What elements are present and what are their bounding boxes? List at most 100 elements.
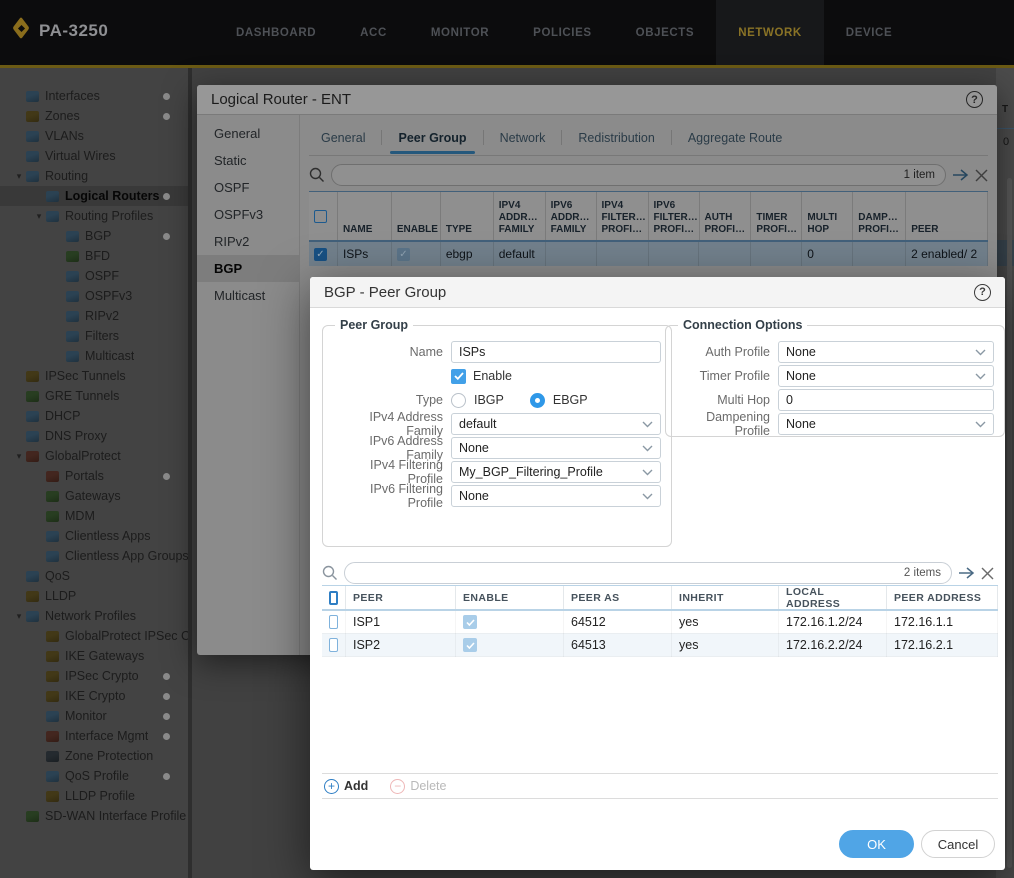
column-header-ipv4af[interactable]: IPV4ADDR…FAMILY — [494, 192, 546, 240]
ok-button[interactable]: OK — [839, 830, 914, 858]
column-header-ipv6fp[interactable]: IPV6FILTER…PROFI… — [649, 192, 700, 240]
row-select-checkbox[interactable] — [329, 638, 338, 652]
row-select-checkbox[interactable]: ✓ — [314, 248, 327, 261]
column-header-local_address[interactable]: LOCAL ADDRESS — [779, 586, 887, 609]
router-nav-ospfv3[interactable]: OSPFv3 — [197, 201, 299, 228]
clear-filter-icon[interactable] — [981, 567, 994, 580]
sidebar-item-ripv2[interactable]: RIPv2 — [0, 306, 188, 326]
ipv6-filtering-profile-select[interactable]: None — [451, 485, 661, 507]
tab-network[interactable]: Network — [488, 125, 558, 154]
peer-row-ISP2[interactable]: ISP264513yes172.16.2.2/24172.16.2.1 — [322, 634, 998, 657]
chevron-expanded-icon[interactable]: ▾ — [32, 206, 46, 226]
column-header-enable[interactable]: ENABLE — [392, 192, 441, 240]
apply-filter-icon[interactable] — [958, 566, 975, 580]
name-field[interactable] — [451, 341, 661, 363]
sidebar-item-globalprotect[interactable]: ▾GlobalProtect — [0, 446, 188, 466]
ipv6-address-family-select[interactable]: None — [451, 437, 661, 459]
sidebar-item-ospf[interactable]: OSPF — [0, 266, 188, 286]
nav-item-device[interactable]: DEVICE — [824, 0, 914, 65]
peers-search-input[interactable]: 2 items — [344, 562, 952, 584]
sidebar-item-filters[interactable]: Filters — [0, 326, 188, 346]
router-nav-static[interactable]: Static — [197, 147, 299, 174]
sidebar-item-logical-routers[interactable]: Logical Routers — [0, 186, 188, 206]
sidebar-item-multicast[interactable]: Multicast — [0, 346, 188, 366]
sidebar-item-interface-mgmt[interactable]: Interface Mgmt — [0, 726, 188, 746]
sidebar-item-qos-profile[interactable]: QoS Profile — [0, 766, 188, 786]
tab-general[interactable]: General — [309, 125, 377, 154]
chevron-expanded-icon[interactable]: ▾ — [12, 606, 26, 626]
dampening-profile-select[interactable]: None — [778, 413, 994, 435]
column-header-enable[interactable]: ENABLE — [456, 586, 564, 609]
sidebar-item-clientless-app-groups[interactable]: Clientless App Groups — [0, 546, 188, 566]
sidebar-item-routing[interactable]: ▾Routing — [0, 166, 188, 186]
sidebar-item-routing-profiles[interactable]: ▾Routing Profiles — [0, 206, 188, 226]
nav-item-dashboard[interactable]: DASHBOARD — [214, 0, 338, 65]
nav-item-objects[interactable]: OBJECTS — [614, 0, 717, 65]
column-header-multihop[interactable]: MULTIHOP — [802, 192, 853, 240]
nav-item-monitor[interactable]: MONITOR — [409, 0, 511, 65]
apply-filter-icon[interactable] — [952, 168, 969, 182]
select-all-checkbox[interactable] — [314, 210, 327, 223]
sidebar-item-clientless-apps[interactable]: Clientless Apps — [0, 526, 188, 546]
sidebar-item-ospfv3[interactable]: OSPFv3 — [0, 286, 188, 306]
sidebar-item-monitor[interactable]: Monitor — [0, 706, 188, 726]
search-icon[interactable] — [309, 167, 325, 183]
sidebar-item-zones[interactable]: Zones — [0, 106, 188, 126]
column-header-peer[interactable]: PEER — [346, 586, 456, 609]
sidebar-item-ipsec-tunnels[interactable]: IPSec Tunnels — [0, 366, 188, 386]
sidebar-item-mdm[interactable]: MDM — [0, 506, 188, 526]
timer-profile-select[interactable]: None — [778, 365, 994, 387]
sidebar-item-globalprotect-ipsec-crypto[interactable]: GlobalProtect IPSec Crypto — [0, 626, 188, 646]
chevron-expanded-icon[interactable]: ▾ — [12, 166, 26, 186]
router-nav-bgp[interactable]: BGP — [197, 255, 299, 282]
column-header-peer[interactable]: PEER — [906, 192, 988, 240]
multi-hop-field[interactable] — [778, 389, 994, 411]
help-icon[interactable]: ? — [974, 284, 991, 301]
search-input[interactable]: 1 item — [331, 164, 946, 186]
search-icon[interactable] — [322, 565, 338, 581]
sidebar-item-dhcp[interactable]: DHCP — [0, 406, 188, 426]
nav-item-policies[interactable]: POLICIES — [511, 0, 613, 65]
column-header-name[interactable]: NAME — [338, 192, 392, 240]
tab-aggregate-route[interactable]: Aggregate Route — [676, 125, 795, 154]
sidebar-item-virtual-wires[interactable]: Virtual Wires — [0, 146, 188, 166]
ipv4-filtering-profile-select[interactable]: My_BGP_Filtering_Profile — [451, 461, 661, 483]
cancel-button[interactable]: Cancel — [921, 830, 995, 858]
type-radio-ibgp[interactable] — [451, 393, 466, 408]
column-header-ipv4fp[interactable]: IPV4FILTER…PROFI… — [597, 192, 649, 240]
column-header-peer_as[interactable]: PEER AS — [564, 586, 672, 609]
sidebar-item-ipsec-crypto[interactable]: IPSec Crypto — [0, 666, 188, 686]
column-header-type[interactable]: TYPE — [441, 192, 494, 240]
nav-item-acc[interactable]: ACC — [338, 0, 409, 65]
ipv4-address-family-select[interactable]: default — [451, 413, 661, 435]
tab-peer-group[interactable]: Peer Group — [386, 125, 478, 154]
sidebar-item-bgp[interactable]: BGP — [0, 226, 188, 246]
sidebar-item-portals[interactable]: Portals — [0, 466, 188, 486]
sidebar-item-qos[interactable]: QoS — [0, 566, 188, 586]
help-icon[interactable]: ? — [966, 91, 983, 108]
sidebar-item-network-profiles[interactable]: ▾Network Profiles — [0, 606, 188, 626]
scrollbar[interactable] — [1007, 178, 1012, 868]
sidebar-item-bfd[interactable]: BFD — [0, 246, 188, 266]
sidebar-item-gateways[interactable]: Gateways — [0, 486, 188, 506]
column-header-peer_address[interactable]: PEER ADDRESS — [887, 586, 998, 609]
sidebar-item-ike-gateways[interactable]: IKE Gateways — [0, 646, 188, 666]
sidebar-item-lldp-profile[interactable]: LLDP Profile — [0, 786, 188, 806]
router-nav-ripv2[interactable]: RIPv2 — [197, 228, 299, 255]
column-header-auth[interactable]: AUTHPROFI… — [700, 192, 752, 240]
sidebar-item-lldp[interactable]: LLDP — [0, 586, 188, 606]
router-nav-general[interactable]: General — [197, 120, 299, 147]
type-radio-ebgp[interactable] — [530, 393, 545, 408]
enable-checkbox[interactable] — [451, 369, 466, 384]
sidebar-item-interfaces[interactable]: Interfaces — [0, 86, 188, 106]
tab-redistribution[interactable]: Redistribution — [566, 125, 666, 154]
peer-row-ISP1[interactable]: ISP164512yes172.16.1.2/24172.16.1.1 — [322, 611, 998, 634]
table-row-ISPs[interactable]: ✓ISPs✓ebgpdefault02 enabled/ 2 — [309, 242, 988, 266]
add-peer-button[interactable]: + Add — [324, 779, 368, 794]
sidebar-item-ike-crypto[interactable]: IKE Crypto — [0, 686, 188, 706]
row-select-checkbox[interactable] — [329, 615, 338, 629]
sidebar-item-vlans[interactable]: VLANs — [0, 126, 188, 146]
router-nav-ospf[interactable]: OSPF — [197, 174, 299, 201]
sidebar-item-sd-wan-interface-profile[interactable]: SD-WAN Interface Profile — [0, 806, 188, 826]
select-all-checkbox[interactable] — [329, 591, 338, 605]
